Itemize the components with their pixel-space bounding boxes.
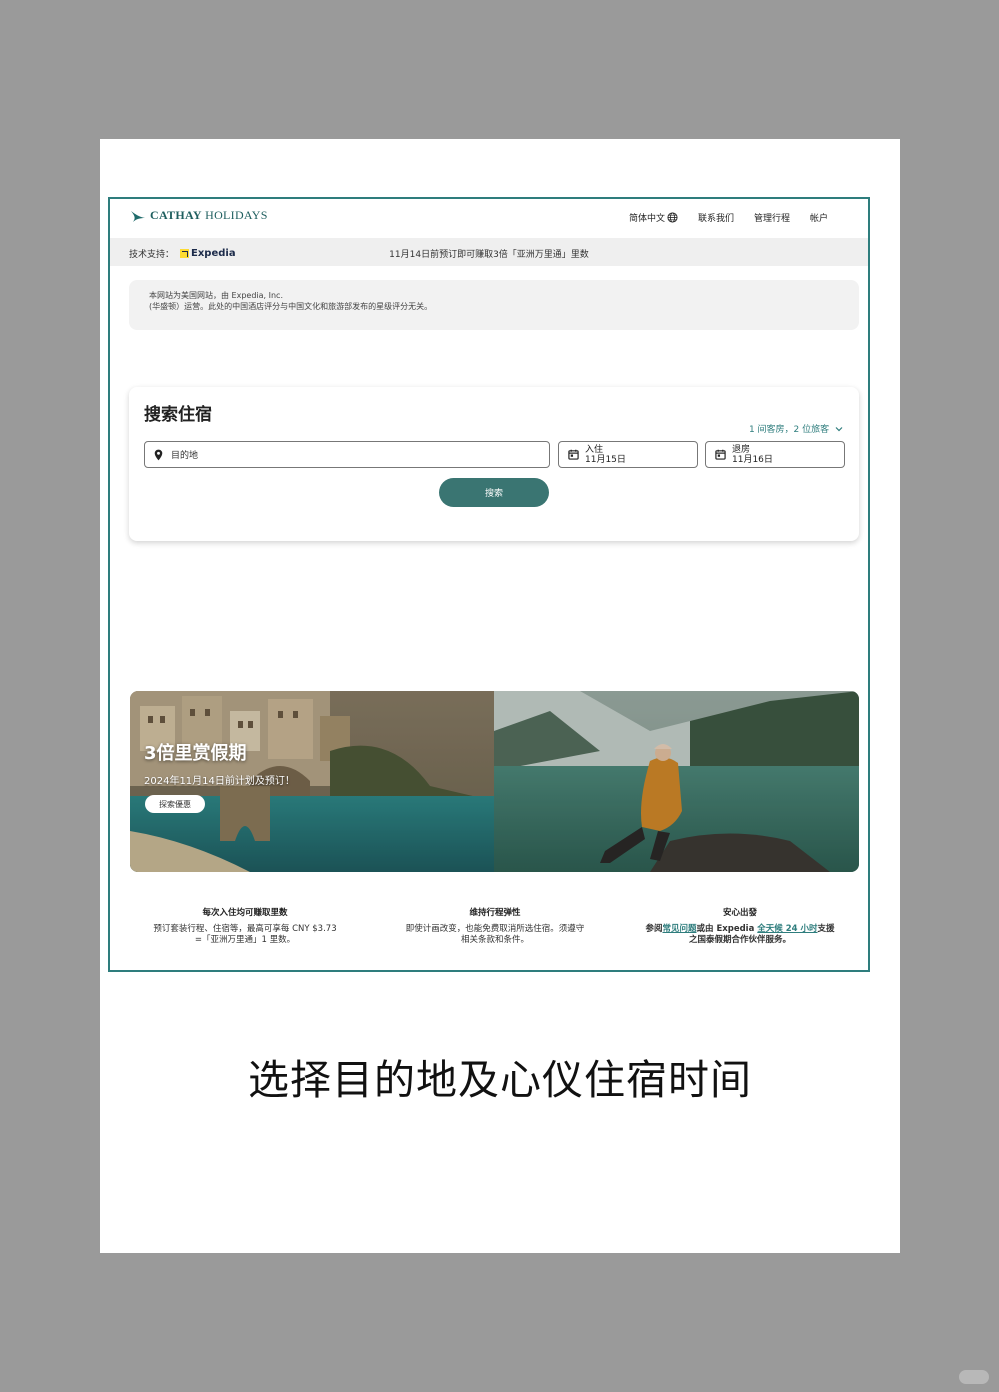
logo-text: CATHAY HOLIDAYS	[150, 208, 268, 222]
caption-text: 选择目的地及心仪住宿时间	[248, 1056, 752, 1104]
calendar-icon	[715, 449, 726, 460]
support-mid: 或由 Expedia	[696, 924, 758, 934]
site-notice: 本网站为美国网站，由 Expedia, Inc. (华盛顿）运营。此处的中国酒店…	[129, 280, 859, 330]
search-title: 搜索住宿	[144, 405, 212, 425]
faq-link[interactable]: 常见问题	[662, 924, 696, 934]
destination-placeholder: 目的地	[171, 451, 199, 461]
language-label: 简体中文	[628, 214, 665, 224]
benefit-title: 每次入住均可赚取里数	[202, 908, 288, 918]
language-selector[interactable]: 简体中文	[629, 211, 678, 224]
promo-bar: 技术支持： Expedia 11月14日前预订即可赚取3倍「亚洲万里通」里数	[110, 238, 868, 266]
checkout-label: 退房	[732, 444, 751, 455]
top-nav: 简体中文 联系我们 管理行程 帐户	[629, 211, 828, 224]
notice-line-1: 本网站为美国网站，由 Expedia, Inc.	[149, 291, 283, 300]
checkin-date-field[interactable]: 入住 11月15日	[558, 441, 698, 468]
benefit-title: 维持行程弹性	[469, 908, 521, 918]
cathay-logo[interactable]: CATHAY HOLIDAYS	[130, 208, 268, 223]
benefit-title: 安心出發	[722, 908, 757, 918]
explore-deals-button[interactable]: 探索優惠	[145, 795, 205, 813]
benefits-row: 每次入住均可赚取里数 预订套装行程、住宿等，最高可享每 CNY $3.73 =「…	[130, 908, 860, 958]
nav-manage-trips[interactable]: 管理行程	[754, 211, 790, 224]
calendar-icon	[568, 449, 579, 460]
support-pre: 参阅	[645, 924, 663, 934]
travelers-selector[interactable]: 1 间客房，2 位旅客	[749, 422, 843, 435]
benefit-desc-line-2: 相关条款和条件。	[460, 935, 529, 945]
checkin-label: 入住	[585, 444, 604, 455]
stay-search-card: 搜索住宿 1 间客房，2 位旅客 目的地 入住 11月15日 退房 11月16日…	[129, 387, 859, 541]
brushwing-icon	[131, 210, 145, 222]
nav-account[interactable]: 帐户	[810, 211, 828, 224]
benefit-desc-line-1: 预订套装行程、住宿等，最高可享每 CNY $3.73	[153, 924, 337, 934]
benefit-desc-line-1: 参阅常见问题或由 Expedia 全天候 24 小时支援	[625, 924, 855, 935]
search-button[interactable]: 搜索	[439, 478, 549, 507]
checkout-date-field[interactable]: 退房 11月16日	[705, 441, 845, 468]
chevron-down-icon	[835, 427, 843, 432]
destination-input[interactable]: 目的地	[144, 441, 550, 468]
support-post: 支援	[817, 924, 835, 934]
globe-icon	[667, 212, 678, 223]
checkout-date: 11月16日	[732, 454, 773, 465]
support-24h-link[interactable]: 全天候 24 小时	[757, 924, 817, 934]
banner-title: 3倍里赏假期	[144, 743, 247, 764]
map-pin-icon	[154, 449, 163, 460]
checkin-date: 11月15日	[585, 454, 626, 465]
travelers-label: 1 间客房，2 位旅客	[748, 425, 830, 435]
benefit-flexibility: 维持行程弹性 即使计画改变，也能免费取消所选住宿。须遵守 相关条款和条件。	[380, 908, 610, 946]
nav-contact[interactable]: 联系我们	[698, 211, 734, 224]
site-header: CATHAY HOLIDAYS 简体中文 联系我们 管理行程 帐户	[110, 199, 868, 238]
browser-frame: CATHAY HOLIDAYS 简体中文 联系我们 管理行程 帐户 技术支持：	[108, 197, 870, 972]
banner-subtitle: 2024年11月14日前计划及预订！	[144, 776, 295, 787]
checkout-text: 退房 11月16日	[732, 445, 773, 465]
checkin-text: 入住 11月15日	[585, 445, 626, 465]
benefit-desc-line-2: =「亚洲万里通」1 里数。	[194, 935, 296, 945]
promo-banner[interactable]: 3倍里赏假期 2024年11月14日前计划及预订！ 探索優惠	[130, 691, 859, 872]
watermark	[959, 1370, 989, 1384]
benefit-peace-of-mind: 安心出發 参阅常见问题或由 Expedia 全天候 24 小时支援 之国泰假期合…	[625, 908, 855, 946]
benefit-earn-miles: 每次入住均可赚取里数 预订套装行程、住宿等，最高可享每 CNY $3.73 =「…	[130, 908, 360, 946]
benefit-desc-line-2: 之国泰假期合作伙伴服务。	[688, 935, 791, 945]
benefit-desc-line-1: 即使计画改变，也能免费取消所选住宿。须遵守	[405, 924, 585, 934]
promo-text: 11月14日前预订即可赚取3倍「亚洲万里通」里数	[389, 250, 589, 260]
notice-line-2: (华盛顿）运营。此处的中国酒店评分与中国文化和旅游部发布的星级评分无关。	[149, 302, 433, 311]
